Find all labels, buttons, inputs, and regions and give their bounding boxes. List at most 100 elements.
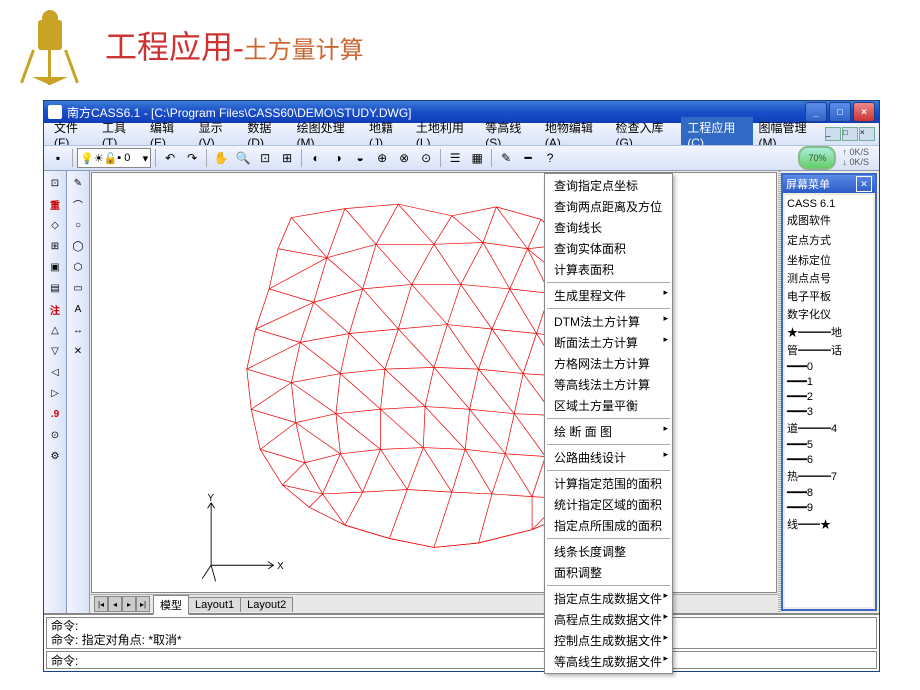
vtool-btn[interactable]: ▤ xyxy=(45,278,65,298)
tool-btn[interactable]: ✎ xyxy=(496,148,516,168)
tab-model[interactable]: 模型 xyxy=(153,595,189,615)
vtool-btn[interactable]: ⊡ xyxy=(45,173,65,193)
vtool-btn[interactable]: 注 xyxy=(45,299,65,319)
maximize-button[interactable]: □ xyxy=(829,102,851,122)
tool-btn[interactable]: ◒ xyxy=(350,148,370,168)
panel-item[interactable]: ━━━2 xyxy=(787,389,871,404)
panel-item[interactable]: 管━━━话 xyxy=(787,341,871,359)
dd-area-adjust[interactable]: 面积调整 xyxy=(546,562,671,583)
tool-redo[interactable]: ↷ xyxy=(182,148,202,168)
panel-item[interactable]: 电子平板 xyxy=(787,287,871,305)
dd-elev-gen-data[interactable]: 高程点生成数据文件 xyxy=(546,609,671,630)
panel-item[interactable]: ★━━━地 xyxy=(787,323,871,341)
panel-close-icon[interactable]: ✕ xyxy=(856,176,872,192)
panel-item[interactable]: 数字化仪 xyxy=(787,305,871,323)
panel-item[interactable]: ━━━9 xyxy=(787,500,871,515)
vtool-btn[interactable]: ⌒ xyxy=(68,194,88,214)
vtool-btn[interactable]: .9 xyxy=(45,404,65,424)
tab-nav-last[interactable]: ▸| xyxy=(136,596,150,612)
vtool-btn[interactable]: ▽ xyxy=(45,341,65,361)
dd-ctrl-gen-data[interactable]: 控制点生成数据文件 xyxy=(546,630,671,651)
tab-layout2[interactable]: Layout2 xyxy=(240,597,293,612)
panel-item[interactable]: ━━━6 xyxy=(787,452,871,467)
dd-query-line-length[interactable]: 查询线长 xyxy=(546,217,671,238)
tab-nav-prev[interactable]: ◂ xyxy=(108,596,122,612)
drawing-canvas[interactable]: Y X 查询指定点坐标 查询两点距离及方位 查询线长 查询实体面积 计算表面积 … xyxy=(91,172,777,593)
dd-gen-mileage-file[interactable]: 生成里程文件 xyxy=(546,285,671,306)
tool-btn[interactable]: ⊕ xyxy=(372,148,392,168)
vtool-btn[interactable]: ▣ xyxy=(45,257,65,277)
vtool-btn[interactable]: ⬡ xyxy=(68,257,88,277)
dd-points-polygon-area[interactable]: 指定点所围成的面积 xyxy=(546,515,671,536)
dd-draw-section[interactable]: 绘 断 面 图 xyxy=(546,421,671,442)
dd-query-dist-azimuth[interactable]: 查询两点距离及方位 xyxy=(546,196,671,217)
tab-nav-first[interactable]: |◂ xyxy=(94,596,108,612)
zoom-realtime-icon[interactable]: 🔍 xyxy=(233,148,253,168)
tool-pan[interactable]: ✋ xyxy=(211,148,231,168)
panel-item[interactable]: ━━━8 xyxy=(787,485,871,500)
vtool-btn[interactable]: ✕ xyxy=(68,341,88,361)
vtool-btn[interactable]: ◇ xyxy=(45,215,65,235)
dd-contour-earthwork[interactable]: 等高线法土方计算 xyxy=(546,374,671,395)
panel-item[interactable]: ━━━0 xyxy=(787,359,871,374)
panel-item[interactable]: 测点点号 xyxy=(787,269,871,287)
dd-road-curve-design[interactable]: 公路曲线设计 xyxy=(546,447,671,468)
vtool-btn[interactable]: ↔ xyxy=(68,320,88,340)
panel-body[interactable]: CASS 6.1 成图软件 定点方式 坐标定位 测点点号 电子平板 数字化仪 ★… xyxy=(785,195,873,607)
command-input[interactable] xyxy=(78,652,872,668)
engineering-app-dropdown[interactable]: 查询指定点坐标 查询两点距离及方位 查询线长 查询实体面积 计算表面积 生成里程… xyxy=(544,173,673,674)
vtool-btn[interactable]: A xyxy=(68,299,88,319)
doc-restore[interactable]: □ xyxy=(842,127,858,141)
panel-item[interactable]: 道━━━4 xyxy=(787,419,871,437)
command-input-row[interactable]: 命令: xyxy=(46,651,877,669)
layer-combo[interactable]: 💡☀🔓▪ 0 ▾ xyxy=(77,148,151,168)
panel-item[interactable]: ━━━3 xyxy=(787,404,871,419)
dd-query-point-coord[interactable]: 查询指定点坐标 xyxy=(546,175,671,196)
panel-item[interactable]: CASS 6.1 xyxy=(787,197,871,211)
zoom-prev-icon[interactable]: ⊞ xyxy=(277,148,297,168)
panel-item[interactable]: 坐标定位 xyxy=(787,251,871,269)
dd-dtm-earthwork[interactable]: DTM法土方计算 xyxy=(546,311,671,332)
vtool-btn[interactable]: 重 xyxy=(45,194,65,214)
dd-line-length-adjust[interactable]: 线条长度调整 xyxy=(546,541,671,562)
dd-section-earthwork[interactable]: 断面法土方计算 xyxy=(546,332,671,353)
tool-btn[interactable]: ▪ xyxy=(48,148,68,168)
tool-btn[interactable]: ━ xyxy=(518,148,538,168)
tab-layout1[interactable]: Layout1 xyxy=(188,597,241,612)
dd-stat-region-area[interactable]: 统计指定区域的面积 xyxy=(546,494,671,515)
panel-item[interactable]: ━━━5 xyxy=(787,437,871,452)
zoom-window-icon[interactable]: ⊡ xyxy=(255,148,275,168)
panel-item[interactable]: 成图软件 xyxy=(787,211,871,229)
tab-nav-next[interactable]: ▸ xyxy=(122,596,136,612)
tool-btn[interactable]: ⊗ xyxy=(394,148,414,168)
tool-btn[interactable]: ◑ xyxy=(328,148,348,168)
tool-undo[interactable]: ↶ xyxy=(160,148,180,168)
dd-query-entity-area[interactable]: 查询实体面积 xyxy=(546,238,671,259)
vtool-btn[interactable]: ⊞ xyxy=(45,236,65,256)
tool-btn[interactable]: ◐ xyxy=(306,148,326,168)
dd-contour-gen-data[interactable]: 等高线生成数据文件 xyxy=(546,651,671,672)
tool-btn[interactable]: ⊙ xyxy=(416,148,436,168)
dd-region-balance[interactable]: 区域土方量平衡 xyxy=(546,395,671,416)
panel-item[interactable]: 线━━★ xyxy=(787,515,871,533)
vtool-btn[interactable]: ⊙ xyxy=(45,425,65,445)
dd-calc-range-area[interactable]: 计算指定范围的面积 xyxy=(546,473,671,494)
vtool-btn[interactable]: ▭ xyxy=(68,278,88,298)
vtool-btn[interactable]: ⚙ xyxy=(45,446,65,466)
dd-grid-earthwork[interactable]: 方格网法土方计算 xyxy=(546,353,671,374)
panel-item[interactable]: ━━━1 xyxy=(787,374,871,389)
vtool-btn[interactable]: ○ xyxy=(68,215,88,235)
close-button[interactable]: × xyxy=(853,102,875,122)
menubar[interactable]: 文件(F) 工具(T) 编辑(E) 显示(V) 数据(D) 绘图处理(M) 地籍… xyxy=(44,123,879,145)
vtool-btn[interactable]: △ xyxy=(45,320,65,340)
panel-item[interactable]: 定点方式 xyxy=(787,231,871,249)
dd-point-gen-data[interactable]: 指定点生成数据文件 xyxy=(546,588,671,609)
vtool-btn[interactable]: ◁ xyxy=(45,362,65,382)
help-icon[interactable]: ? xyxy=(540,148,560,168)
doc-minimize[interactable]: _ xyxy=(825,127,841,141)
tool-btn[interactable]: ☰ xyxy=(445,148,465,168)
vtool-btn[interactable]: ✎ xyxy=(68,173,88,193)
vtool-btn[interactable]: ▷ xyxy=(45,383,65,403)
doc-close[interactable]: × xyxy=(859,127,875,141)
dd-calc-surface-area[interactable]: 计算表面积 xyxy=(546,259,671,280)
